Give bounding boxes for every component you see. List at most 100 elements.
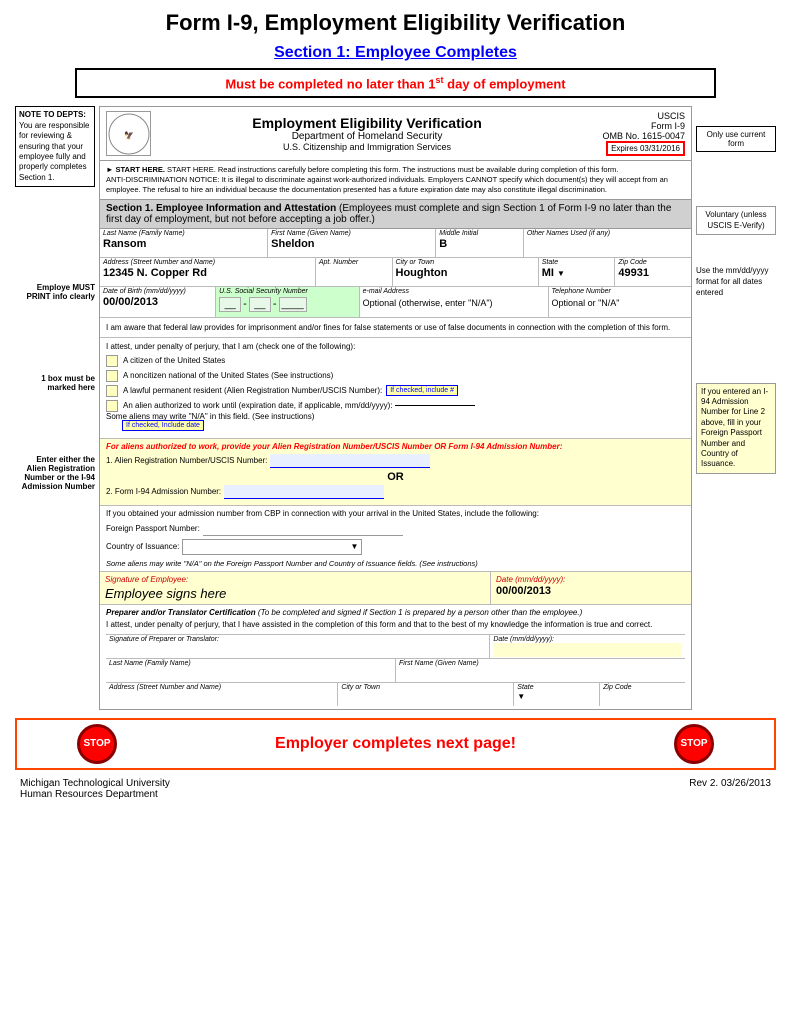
address-value: 12345 N. Copper Rd xyxy=(103,266,312,279)
other-names-value xyxy=(527,237,688,238)
i94-row: 2. Form I-94 Admission Number: xyxy=(106,485,685,499)
last-name-field: Last Name (Family Name) Ransom xyxy=(100,229,268,257)
i94-label: 2. Form I-94 Admission Number: xyxy=(106,487,221,496)
alien-reg-row: 1. Alien Registration Number/USCIS Numbe… xyxy=(106,454,685,468)
dob-field: Date of Birth (mm/dd/yyyy) 00/00/2013 xyxy=(100,287,216,317)
middle-initial-field: Middle Initial B xyxy=(436,229,524,257)
sig-employee-field: Signature of Employee: Employee signs he… xyxy=(100,572,491,604)
form-header: 🦅 Employment Eligibility Verification De… xyxy=(100,107,691,161)
preparer-header: Preparer and/or Translator Certification… xyxy=(106,608,685,617)
attest-header: I attest, under penalty of perjury, that… xyxy=(106,342,685,351)
bottom-bar: STOP Employer completes next page! STOP xyxy=(15,718,776,770)
other-names-field: Other Names Used (if any) xyxy=(524,229,691,257)
prep-state-field: State ▼ xyxy=(514,683,600,706)
state-dropdown-icon[interactable]: ▼ xyxy=(557,269,565,278)
prep-sig-value[interactable] xyxy=(109,643,486,657)
ssn-label: U.S. Social Security Number xyxy=(219,288,355,295)
passport-input[interactable] xyxy=(203,522,403,536)
prep-first-name-field: First Name (Given Name) xyxy=(396,659,685,682)
city-field: City or Town Houghton xyxy=(393,258,539,286)
sig-date-field: Date (mm/dd/yyyy): 00/00/2013 xyxy=(491,572,691,604)
ssn-box-2[interactable]: __ xyxy=(249,297,271,312)
first-name-label: First Name (Given Name) xyxy=(271,230,432,237)
ssn-box-1[interactable]: __ xyxy=(219,297,241,312)
note-to-depts-text: You are responsible for reviewing & ensu… xyxy=(19,121,89,182)
form-number: Form I-9 xyxy=(575,121,685,131)
prep-first-name-value[interactable] xyxy=(399,667,682,681)
country-label: Country of Issuance: xyxy=(106,542,179,551)
zip-label: Zip Code xyxy=(618,259,688,266)
middle-initial-value: B xyxy=(439,237,520,250)
country-row: Country of Issuance: ▼ xyxy=(106,539,685,555)
dob-label: Date of Birth (mm/dd/yyyy) xyxy=(103,288,212,295)
alien-reg-input[interactable] xyxy=(270,454,430,468)
content-area: NOTE TO DEPTS: You are responsible for r… xyxy=(15,106,776,710)
aliens-na-note: Some aliens may write "N/A" on the Forei… xyxy=(106,559,685,568)
prep-first-name-label: First Name (Given Name) xyxy=(399,660,682,667)
footer-rev: Rev 2. 03/26/2013 xyxy=(689,778,771,800)
checkbox-noncitizen[interactable] xyxy=(106,370,118,382)
prep-city-value[interactable] xyxy=(341,691,510,705)
prep-last-name-value[interactable] xyxy=(109,667,392,681)
prep-state-dropdown[interactable]: ▼ xyxy=(517,692,525,701)
checkbox-lpr[interactable] xyxy=(106,385,118,397)
checkbox-alien-auth[interactable] xyxy=(106,400,118,412)
checkbox-lpr-label: A lawful permanent resident (Alien Regis… xyxy=(123,386,382,395)
email-field: e-mail Address Optional (otherwise, ente… xyxy=(360,287,549,317)
preparer-attest: I attest, under penalty of perjury, that… xyxy=(106,619,685,630)
footer-university: Michigan Technological University xyxy=(20,778,170,789)
section-title: Section 1: Employee Completes xyxy=(15,44,776,62)
apt-field: Apt. Number xyxy=(316,258,393,286)
must-complete-sup: st xyxy=(436,75,444,85)
state-value: MI ▼ xyxy=(542,266,612,279)
form-title: Employment Eligibility Verification xyxy=(159,115,575,131)
alien-auth-label: An alien authorized to work until (expir… xyxy=(123,401,392,410)
stop-icon-right: STOP xyxy=(674,724,714,764)
phone-value: Optional or "N/A" xyxy=(552,295,688,308)
checkbox-row-2: A noncitizen national of the United Stat… xyxy=(106,370,685,382)
apt-label: Apt. Number xyxy=(319,259,389,266)
footer: Michigan Technological University Human … xyxy=(15,778,776,800)
prep-address-value[interactable] xyxy=(109,691,334,705)
if-checked-date-note: If checked, Include date xyxy=(122,420,204,431)
notice-text: ► START HERE. START HERE. Read instructi… xyxy=(100,161,691,199)
alien-reg-label: 1. Alien Registration Number/USCIS Numbe… xyxy=(106,456,267,465)
i94-input[interactable] xyxy=(224,485,384,499)
right-annotations: Only use current form Voluntary (unless … xyxy=(696,106,776,710)
must-complete-box: Must be completed no later than 1st day … xyxy=(75,68,716,98)
prep-last-name-field: Last Name (Family Name) xyxy=(106,659,396,682)
prep-sig-row: Signature of Preparer or Translator: Dat… xyxy=(106,634,685,658)
only-use-box: Only use current form xyxy=(696,126,776,152)
expiration-date-blank[interactable] xyxy=(395,405,475,406)
note-to-depts-box: NOTE TO DEPTS: You are responsible for r… xyxy=(15,106,95,187)
attestation-text: I am aware that federal law provides for… xyxy=(100,318,691,338)
zip-field: Zip Code 49931 xyxy=(615,258,691,286)
left-annotations: NOTE TO DEPTS: You are responsible for r… xyxy=(15,106,95,710)
ssn-boxes: __ - __ - ____ xyxy=(219,297,355,312)
checkbox-citizen[interactable] xyxy=(106,355,118,367)
prep-last-name-label: Last Name (Family Name) xyxy=(109,660,392,667)
zip-value: 49931 xyxy=(618,266,688,279)
email-value: Optional (otherwise, enter "N/A") xyxy=(363,295,545,308)
one-box-label: 1 box must be marked here xyxy=(15,374,95,392)
uscis-logo: 🦅 xyxy=(106,111,151,156)
voluntary-box: Voluntary (unless USCIS E-Verify) xyxy=(696,206,776,235)
ssn-box-3[interactable]: ____ xyxy=(279,297,307,312)
expiration-line: If checked, Include date xyxy=(106,420,685,431)
uscis-label: USCIS xyxy=(575,111,685,121)
prep-date-value[interactable] xyxy=(493,643,682,657)
email-label: e-mail Address xyxy=(363,288,545,295)
i94-popup: If you entered an I-94 Admission Number … xyxy=(696,383,776,474)
passport-section: If you obtained your admission number fr… xyxy=(100,506,691,572)
prep-state-value[interactable]: ▼ xyxy=(517,691,596,705)
prep-zip-value[interactable] xyxy=(603,691,682,705)
apt-value xyxy=(319,266,389,267)
employee-must-print-label: Employe MUST PRINT info clearly xyxy=(15,283,95,301)
phone-field: Telephone Number Optional or "N/A" xyxy=(549,287,691,317)
enter-alien-label: Enter either the Alien Registration Numb… xyxy=(15,455,95,491)
country-dropdown-icon: ▼ xyxy=(350,542,358,551)
form-dept: Department of Homeland Security xyxy=(159,131,575,142)
country-select[interactable]: ▼ xyxy=(182,539,362,555)
checkbox-row-1: A citizen of the United States xyxy=(106,355,685,367)
first-name-field: First Name (Given Name) Sheldon xyxy=(268,229,436,257)
